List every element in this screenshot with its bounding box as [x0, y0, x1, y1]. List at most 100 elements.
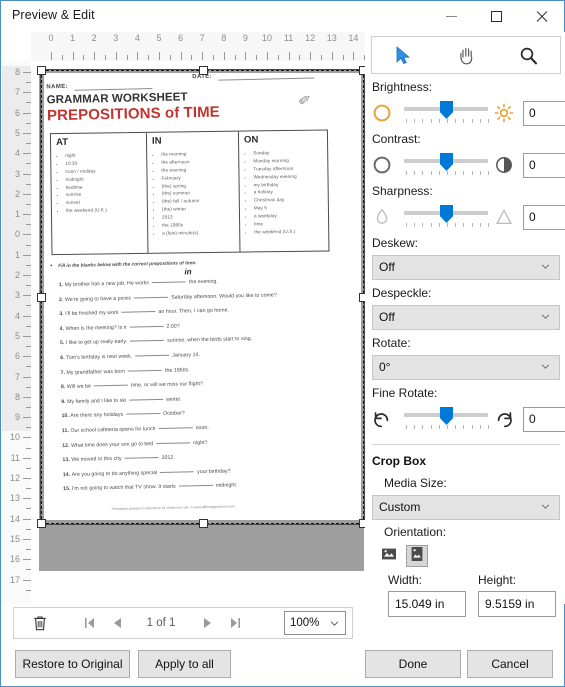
chevron-down-icon	[541, 364, 550, 369]
ruler-h-tick	[180, 52, 182, 60]
maximize-button[interactable]	[474, 1, 519, 32]
orientation-portrait-button[interactable]	[406, 545, 428, 567]
document-canvas[interactable]: NAME: DATE: GRAMMAR WORKSHEET PREPOSITIO…	[31, 61, 365, 604]
crop-rectangle[interactable]	[37, 66, 365, 528]
rotate-right-icon	[494, 409, 516, 431]
ruler-h-label: 12	[305, 33, 316, 43]
first-page-button[interactable]	[76, 608, 102, 638]
fine rotate-slider[interactable]	[404, 406, 489, 434]
slider-ticks	[404, 223, 489, 228]
ruler-h-tick	[83, 55, 85, 60]
pan-tool-button[interactable]	[435, 37, 498, 73]
brightness-slider[interactable]	[404, 100, 489, 128]
width-input[interactable]: 15.049 in	[388, 591, 466, 617]
ruler-h-tick	[213, 55, 214, 60]
contrast-circle-icon	[372, 155, 394, 177]
ruler-h-tick	[126, 55, 128, 60]
crop-handle[interactable]	[37, 293, 46, 302]
deskew-select[interactable]: Off	[372, 255, 560, 280]
last-page-button[interactable]	[222, 608, 248, 638]
control-label: Despeckle:	[372, 286, 432, 300]
ruler-v-label: 1	[14, 209, 20, 220]
crop-handle[interactable]	[359, 519, 365, 528]
selected-value: Off	[379, 260, 395, 274]
ruler-h-tick	[72, 52, 74, 60]
slider-ticks	[404, 171, 489, 176]
rotate-select[interactable]: 0°	[372, 355, 560, 380]
ruler-v-tick	[23, 396, 31, 398]
crop-box-heading: Crop Box	[372, 454, 426, 468]
contrast-control: 0	[372, 152, 565, 180]
ruler-h-label: 6	[178, 33, 184, 43]
contrast-slider[interactable]	[404, 152, 489, 180]
ruler-v-label: 7	[14, 371, 20, 382]
control-label: Deskew:	[372, 236, 419, 250]
close-icon	[535, 10, 548, 23]
contrast-value[interactable]: 0	[523, 153, 565, 178]
brightness-value[interactable]: 0	[523, 101, 565, 126]
chevron-down-icon	[330, 621, 339, 626]
slider-ticks	[404, 425, 489, 430]
ruler-h-label: 8	[221, 33, 227, 43]
ruler-h-label: 7	[199, 33, 205, 43]
slider-thumb[interactable]	[440, 407, 453, 425]
sharpness-control: 0	[372, 204, 565, 232]
horizontal-ruler: 0 1 2 3 4 5 6 7 8 9 10 11 12 13 14	[31, 32, 365, 61]
triangle-icon	[494, 207, 516, 229]
crop-handle[interactable]	[37, 66, 46, 75]
fine rotate-value[interactable]: 0	[523, 407, 565, 432]
delete-page-button[interactable]	[20, 608, 60, 638]
brightness-control: 0	[372, 100, 565, 128]
crop-handle[interactable]	[359, 293, 365, 302]
minimize-icon	[446, 16, 457, 17]
ruler-h-label: 0	[48, 33, 54, 43]
slider-thumb[interactable]	[440, 153, 453, 171]
ruler-h-tick	[331, 52, 333, 60]
restore-to-original-button[interactable]: Restore to Original	[15, 650, 130, 678]
ruler-v-tick	[23, 518, 31, 520]
first-page-icon	[84, 618, 94, 628]
crop-handle[interactable]	[198, 66, 208, 75]
ruler-v-tick	[23, 254, 31, 256]
ruler-v-tick	[23, 356, 31, 358]
zoom-level-select[interactable]: 100%	[284, 611, 346, 635]
cancel-button[interactable]: Cancel	[467, 650, 553, 678]
slider-thumb[interactable]	[440, 205, 453, 223]
ruler-h-label: 13	[326, 33, 337, 43]
media-size-select[interactable]: Custom	[372, 495, 560, 520]
ruler-h-label: 3	[113, 33, 119, 43]
vertical-ruler: 8 7 6 5 4 3 2 1 0 1 2 3 4 5 6 7 8 9 10 11 12 13 14 15 16 17	[2, 61, 31, 604]
ruler-v-tick	[23, 498, 31, 500]
select-tool-button[interactable]	[372, 37, 435, 73]
next-page-icon	[203, 618, 211, 628]
slider-thumb[interactable]	[440, 101, 453, 119]
ruler-v-tick	[23, 295, 31, 297]
close-button[interactable]	[519, 1, 564, 32]
despeckle-select[interactable]: Off	[372, 305, 560, 330]
sharpness-slider[interactable]	[404, 204, 489, 232]
magnifier-icon	[520, 47, 538, 64]
crop-handle[interactable]	[198, 519, 208, 528]
ruler-h-tick	[342, 55, 344, 60]
sharpness-value[interactable]: 0	[523, 205, 565, 230]
apply-to-all-button[interactable]: Apply to all	[138, 650, 231, 678]
ruler-h-tick	[169, 55, 171, 60]
ruler-h-label: 9	[242, 33, 248, 43]
landscape-orientation-icon	[381, 546, 397, 567]
zoom-level-value: 100%	[290, 617, 320, 629]
page-navigation-bar: 1 of 1 100%	[13, 607, 353, 639]
height-input[interactable]: 9.5159 in	[478, 591, 556, 617]
ruler-v-label: 5	[14, 330, 20, 341]
ruler-h-tick	[191, 55, 193, 60]
page-indicator: 1 of 1	[146, 617, 176, 629]
height-label: Height:	[478, 573, 517, 587]
orientation-landscape-button[interactable]	[378, 545, 400, 567]
crop-handle[interactable]	[359, 66, 365, 75]
zoom-tool-button[interactable]	[497, 37, 560, 73]
minimize-button[interactable]	[429, 1, 474, 32]
next-page-button[interactable]	[194, 608, 220, 638]
ruler-v-tick	[23, 478, 31, 479]
crop-handle[interactable]	[37, 519, 46, 528]
done-button[interactable]: Done	[365, 650, 461, 678]
ruler-v-label: 17	[9, 574, 20, 585]
